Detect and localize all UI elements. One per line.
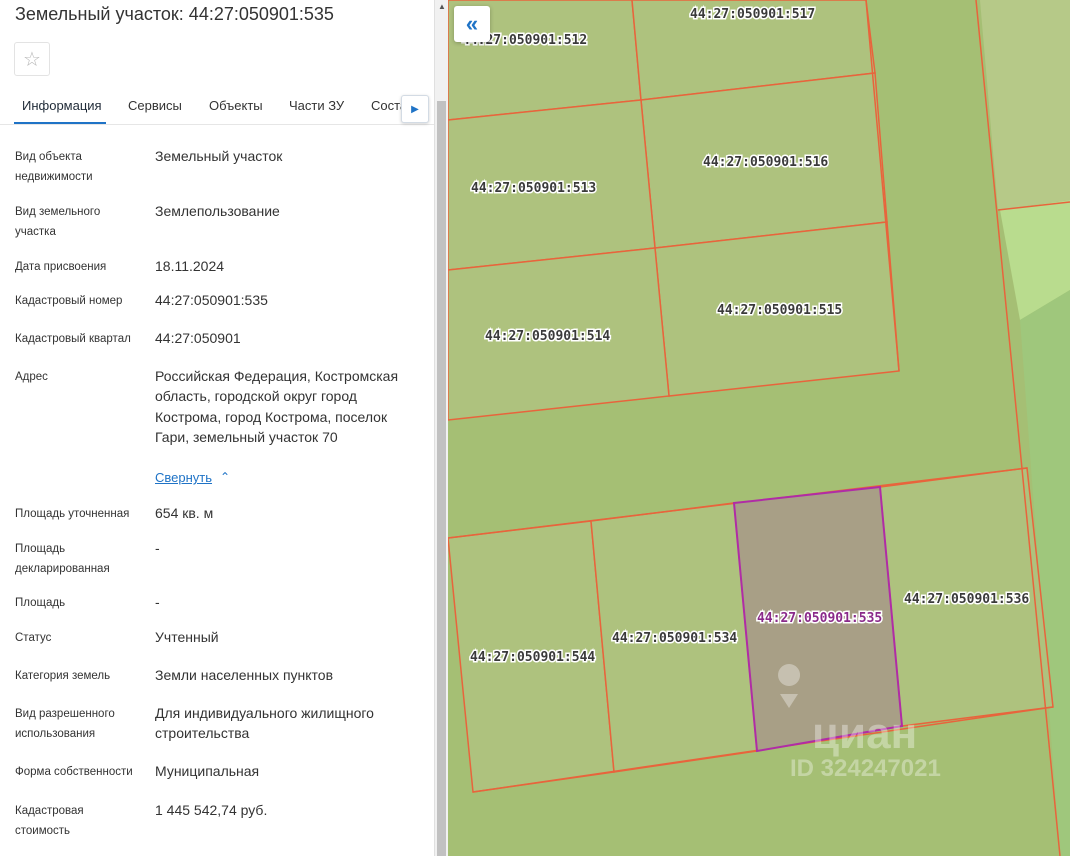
- tab-bar: Информация Сервисы Объекты Части ЗУ Сост…: [0, 88, 434, 125]
- tab-services[interactable]: Сервисы: [128, 98, 182, 113]
- map-canvas[interactable]: 44:27:050901:512 44:27:050901:517 44:27:…: [448, 0, 1070, 856]
- row-value-cad-quarter: 44:27:050901: [155, 330, 241, 346]
- tab-objects[interactable]: Объекты: [209, 98, 263, 113]
- row-label-cad-number: Кадастровый номер: [15, 295, 123, 307]
- page-title: Земельный участок: 44:27:050901:535: [15, 4, 334, 24]
- parcel-label-514: 44:27:050901:514: [485, 329, 610, 344]
- row-label-area-declared: Площадь декларированная: [15, 543, 110, 575]
- row-value-status: Учтенный: [155, 629, 219, 645]
- row-value-cad-value: 1 445 542,74 руб.: [155, 802, 268, 818]
- row-value-assign-date: 18.11.2024: [155, 258, 225, 274]
- scrollbar-thumb[interactable]: [437, 101, 446, 856]
- row-value-address: Российская Федерация, Костромская област…: [155, 368, 399, 445]
- row-value-land-type: Землепользование: [155, 203, 280, 219]
- row-label-area-precise: Площадь уточненная: [15, 508, 130, 520]
- cadastral-map[interactable]: 44:27:050901:512 44:27:050901:517 44:27:…: [448, 0, 1070, 856]
- row-value-area: -: [155, 594, 160, 610]
- row-label-address: Адрес: [15, 371, 48, 383]
- parcel-label-544: 44:27:050901:544: [470, 650, 595, 665]
- row-label-land-type: Вид земельного участка: [15, 206, 101, 238]
- row-label-cad-value: Кадастровая стоимость: [15, 805, 84, 837]
- tab-information[interactable]: Информация: [22, 98, 102, 113]
- parcel-label-516: 44:27:050901:516: [703, 155, 828, 170]
- row-value-object-type: Земельный участок: [155, 148, 283, 164]
- row-label-cad-quarter: Кадастровый квартал: [15, 333, 131, 345]
- tabs-scroll-right-button[interactable]: ▶: [401, 95, 429, 123]
- scroll-up-arrow-icon[interactable]: ▲: [437, 2, 447, 12]
- parcel-label-534: 44:27:050901:534: [612, 631, 737, 646]
- row-value-area-declared: -: [155, 540, 160, 556]
- row-label-object-type: Вид объекта недвижимости: [15, 151, 93, 183]
- row-label-area: Площадь: [15, 597, 66, 609]
- tab-land-parts[interactable]: Части ЗУ: [289, 98, 344, 113]
- row-label-assign-date: Дата присвоения: [15, 261, 107, 273]
- parcel-label-536: 44:27:050901:536: [904, 592, 1029, 607]
- collapse-panel-button[interactable]: «: [454, 6, 490, 42]
- active-tab-indicator: [14, 122, 106, 124]
- row-label-ownership: Форма собственности: [15, 766, 133, 778]
- panel-scrollbar[interactable]: ▲: [434, 0, 448, 856]
- info-panel: Земельный участок: 44:27:050901:535 ☆ Ин…: [0, 0, 434, 856]
- star-icon: ☆: [23, 48, 41, 71]
- collapse-link[interactable]: Свернуть: [155, 470, 212, 485]
- favorite-button[interactable]: ☆: [14, 42, 50, 76]
- watermark-id: ID 324247021: [790, 755, 941, 782]
- row-value-ownership: Муниципальная: [155, 763, 260, 779]
- row-value-permitted-use: Для индивидуального жилищного строительс…: [155, 705, 374, 742]
- row-label-status: Статус: [15, 632, 52, 644]
- watermark-brand: циан: [812, 709, 917, 758]
- row-value-cad-number: 44:27:050901:535: [155, 292, 268, 308]
- row-label-land-category: Категория земель: [15, 670, 111, 682]
- parcel-label-517: 44:27:050901:517: [690, 7, 815, 22]
- parcel-label-515: 44:27:050901:515: [717, 303, 842, 318]
- upper-parcels: [448, 0, 900, 421]
- row-label-permitted-use: Вид разрешенного использования: [15, 708, 115, 740]
- parcel-label-535: 44:27:050901:535: [757, 611, 882, 626]
- chevron-up-icon[interactable]: ⌃: [220, 470, 230, 484]
- parcel-label-513: 44:27:050901:513: [471, 181, 596, 196]
- row-value-area-precise: 654 кв. м: [155, 505, 214, 521]
- row-value-land-category: Земли населенных пунктов: [155, 667, 334, 683]
- double-chevron-left-icon: «: [465, 11, 479, 36]
- caret-right-icon: ▶: [411, 103, 419, 115]
